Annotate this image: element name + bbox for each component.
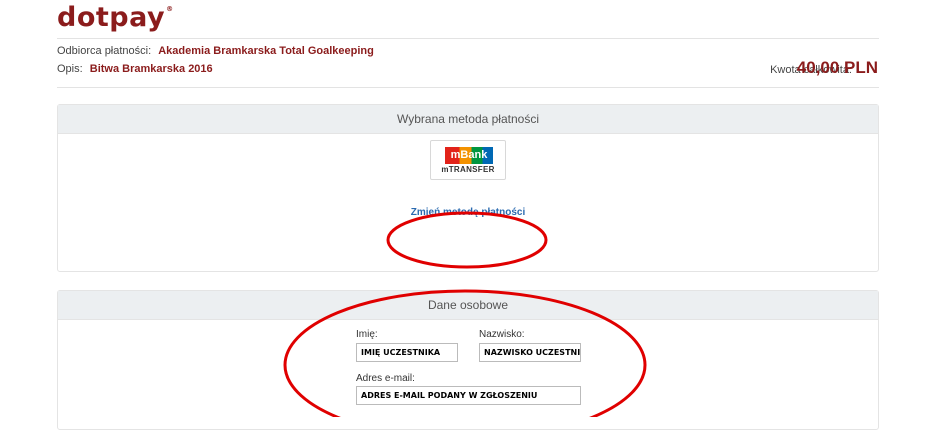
first-name-label: Imię: — [356, 329, 378, 340]
recipient-row: Odbiorca płatności: Akademia Bramkarska … — [57, 45, 374, 57]
description-label: Opis: — [57, 63, 83, 75]
personal-data-title: Dane osobowe — [58, 291, 878, 320]
first-name-field[interactable]: IMIĘ UCZESTNIKA — [356, 343, 458, 362]
payment-method-panel: Wybrana metoda płatności mBank mTRANSFER… — [57, 104, 879, 272]
order-divider — [57, 87, 879, 88]
last-name-label: Nazwisko: — [479, 329, 525, 340]
mbank-mtransfer-logo: mBank mTRANSFER — [430, 140, 506, 180]
description-value: Bitwa Bramkarska 2016 — [89, 63, 213, 75]
payment-method-title: Wybrana metoda płatności — [58, 105, 878, 134]
personal-data-panel: Dane osobowe Imię: IMIĘ UCZESTNIKA Nazwi… — [57, 290, 879, 430]
mtransfer-label: mTRANSFER — [441, 165, 495, 174]
email-label: Adres e-mail: — [356, 373, 415, 384]
description-row: Opis: Bitwa Bramkarska 2016 — [57, 63, 213, 75]
dotpay-logo: dotpay® — [57, 2, 174, 33]
recipient-label: Odbiorca płatności: — [57, 45, 152, 57]
email-field[interactable]: ADRES E-MAIL PODANY W ZGŁOSZENIU — [356, 386, 581, 405]
change-payment-method-link[interactable]: Zmień metodę płatności — [58, 207, 878, 218]
mbank-logo: mBank — [445, 147, 493, 164]
last-name-field[interactable]: NAZWISKO UCZESTNIKA — [479, 343, 581, 362]
recipient-value: Akademia Bramkarska Total Goalkeeping — [158, 45, 374, 57]
header-divider — [57, 38, 879, 39]
total-amount: 40,00 PLN — [796, 58, 878, 77]
